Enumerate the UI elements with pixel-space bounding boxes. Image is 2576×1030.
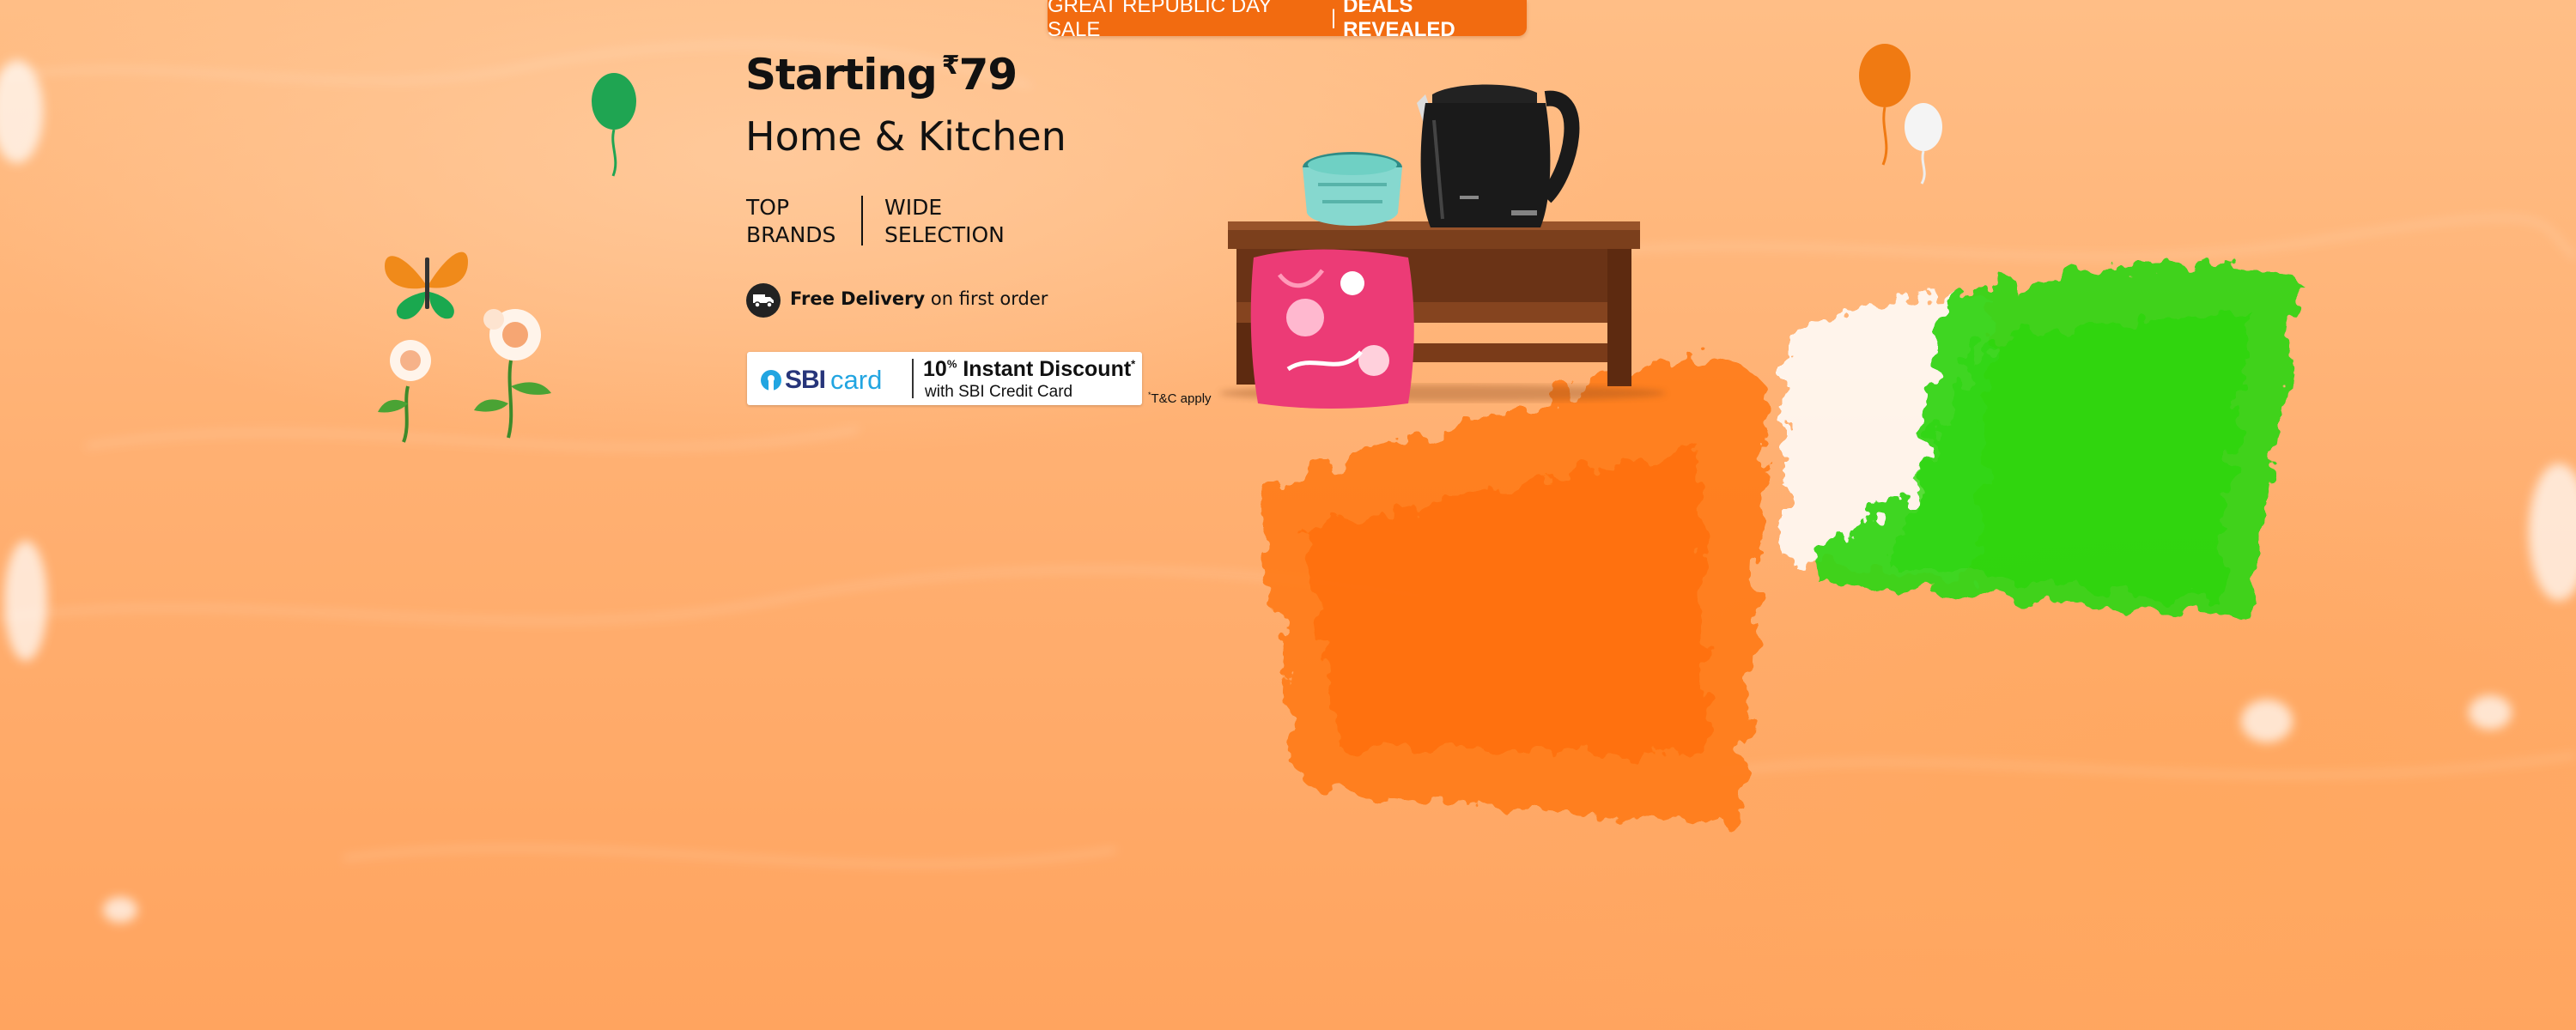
free-delivery-label: Free Delivery	[790, 288, 926, 309]
saffron-paint-stroke	[1262, 354, 1769, 827]
feature-line: TOP	[746, 195, 790, 220]
offer-discount-value: 10	[923, 357, 947, 381]
feature-wide-selection: WIDE SELECTION	[884, 194, 1022, 249]
offer-discount-unit: %	[946, 357, 957, 371]
headline-text: Starting	[745, 50, 938, 100]
category-title: Home & Kitchen	[745, 113, 1066, 160]
hero-banner[interactable]: GREAT REPUBLIC DAY SALE | DEALS REVEALED	[0, 0, 2576, 1030]
feature-divider	[861, 196, 863, 245]
sbi-card-logo: SBI card	[761, 365, 883, 395]
sbi-brand: SBI	[785, 366, 826, 394]
banner-artwork	[378, 44, 2301, 827]
offer-discount-mark: *	[1131, 357, 1136, 371]
offer-discount-label: Instant Discount	[963, 357, 1132, 381]
free-delivery-text: Free Delivery on first order	[790, 288, 1048, 309]
headline-price-value: 79	[958, 50, 1018, 100]
flower-icon	[378, 309, 551, 443]
bank-offer-card[interactable]: SBI card 10% Instant Discount* with SBI …	[747, 352, 1142, 405]
tricolor-paint-stroke	[1786, 264, 2301, 618]
electric-kettle	[1417, 84, 1580, 227]
balloon-orange-icon	[1859, 44, 1911, 166]
feature-line: WIDE	[884, 195, 943, 220]
offer-condition: with SBI Credit Card	[925, 383, 1073, 401]
butterfly-icon	[385, 251, 468, 319]
balloon-green-icon	[592, 73, 636, 177]
free-delivery-condition: on first order	[930, 288, 1048, 309]
offer-divider	[912, 359, 914, 398]
floral-cushion	[1250, 249, 1414, 409]
balloon-white-icon	[1905, 103, 1942, 185]
sbi-card-word: card	[830, 365, 883, 395]
terms-text: T&C apply	[1151, 391, 1212, 406]
terms-apply[interactable]: *T&C apply	[1148, 391, 1212, 406]
offer-discount: 10% Instant Discount*	[923, 357, 1135, 382]
feature-line: SELECTION	[884, 222, 1005, 247]
sbi-logo-icon	[761, 370, 781, 391]
delivery-truck-icon	[746, 283, 781, 318]
vegetable-chopper	[1303, 152, 1402, 226]
feature-line: BRANDS	[746, 222, 836, 247]
feature-top-brands: TOP BRANDS	[746, 194, 884, 249]
headline-price: Starting ₹79	[745, 50, 1018, 100]
rupee-symbol: ₹	[941, 51, 960, 81]
